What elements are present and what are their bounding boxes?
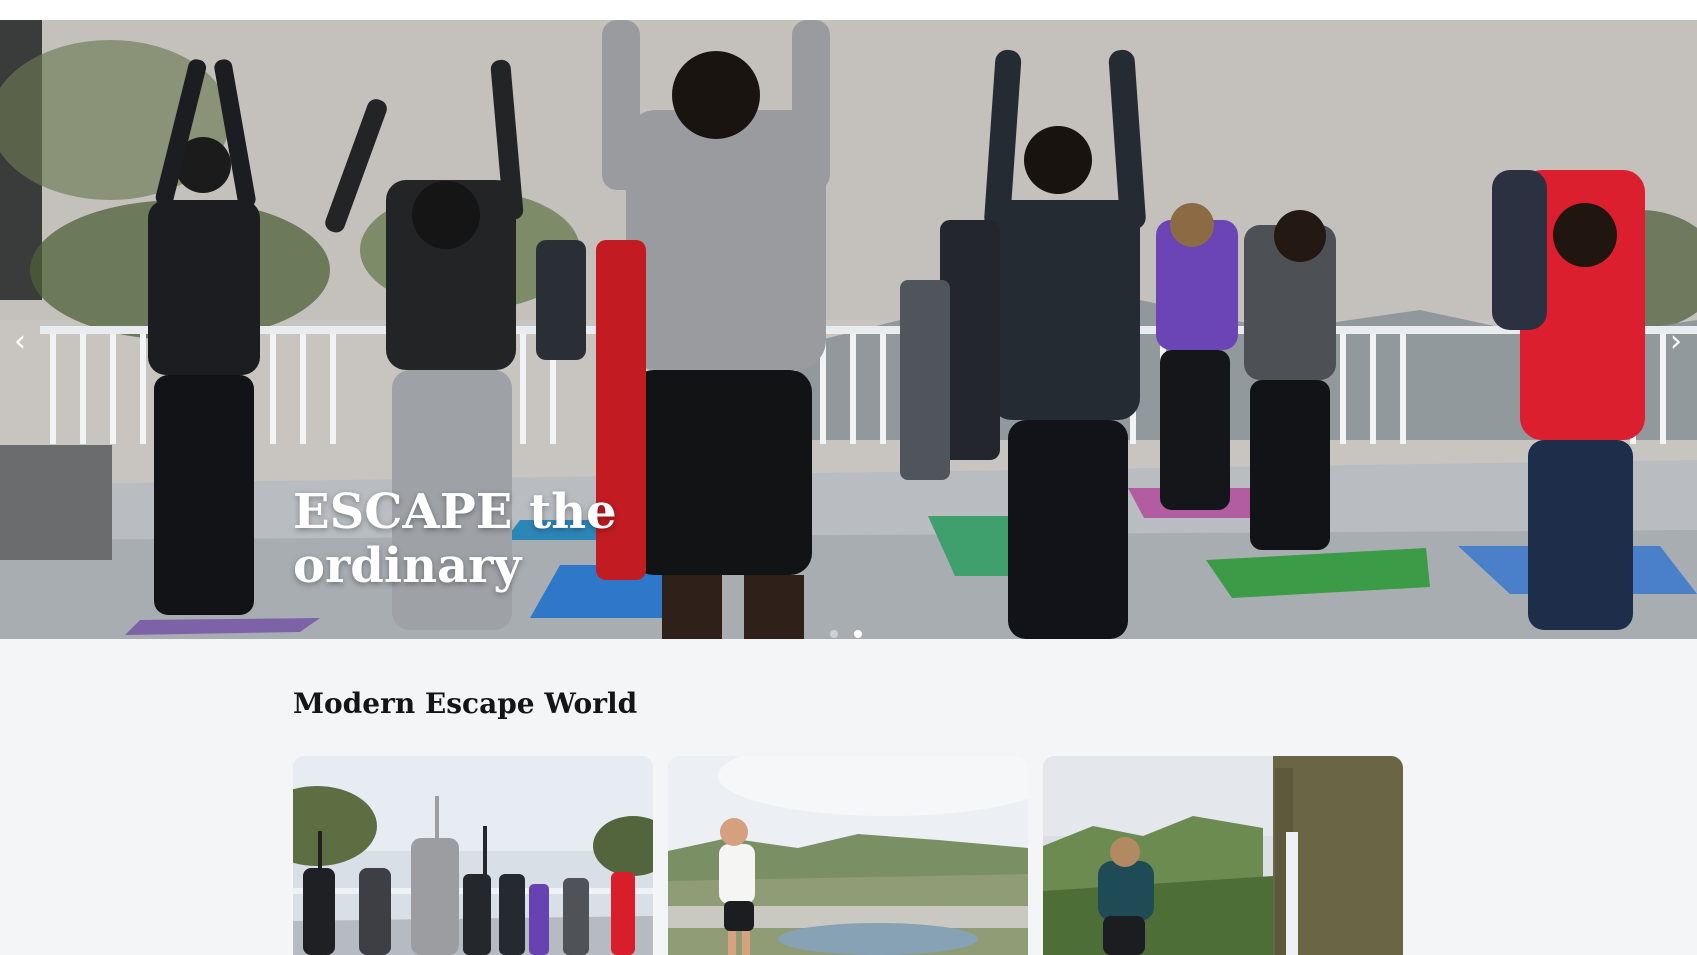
carousel-prev-icon[interactable]: ‹ [5, 325, 35, 359]
carousel-dot-1[interactable] [830, 630, 838, 638]
page: ESCAPE the ordinary ‹ › Modern Escape Wo… [0, 0, 1697, 955]
carousel-dot-2[interactable] [854, 630, 862, 638]
card-image-waterfall [1043, 756, 1403, 955]
hero-title: ESCAPE the ordinary [293, 484, 617, 594]
top-bar [0, 0, 1697, 20]
carousel-indicators [830, 630, 870, 639]
hero-carousel[interactable]: ESCAPE the ordinary ‹ › [0, 20, 1697, 639]
section-title: Modern Escape World [293, 687, 638, 720]
card-image-lake [668, 756, 1028, 955]
carousel-next-icon[interactable]: › [1661, 325, 1691, 359]
card-waterfall[interactable] [1043, 756, 1403, 955]
card-image-yoga [293, 756, 653, 955]
card-lake-view[interactable] [668, 756, 1028, 955]
hero-image [0, 20, 1697, 639]
card-grid [293, 756, 1403, 955]
card-yoga-group[interactable] [293, 756, 653, 955]
